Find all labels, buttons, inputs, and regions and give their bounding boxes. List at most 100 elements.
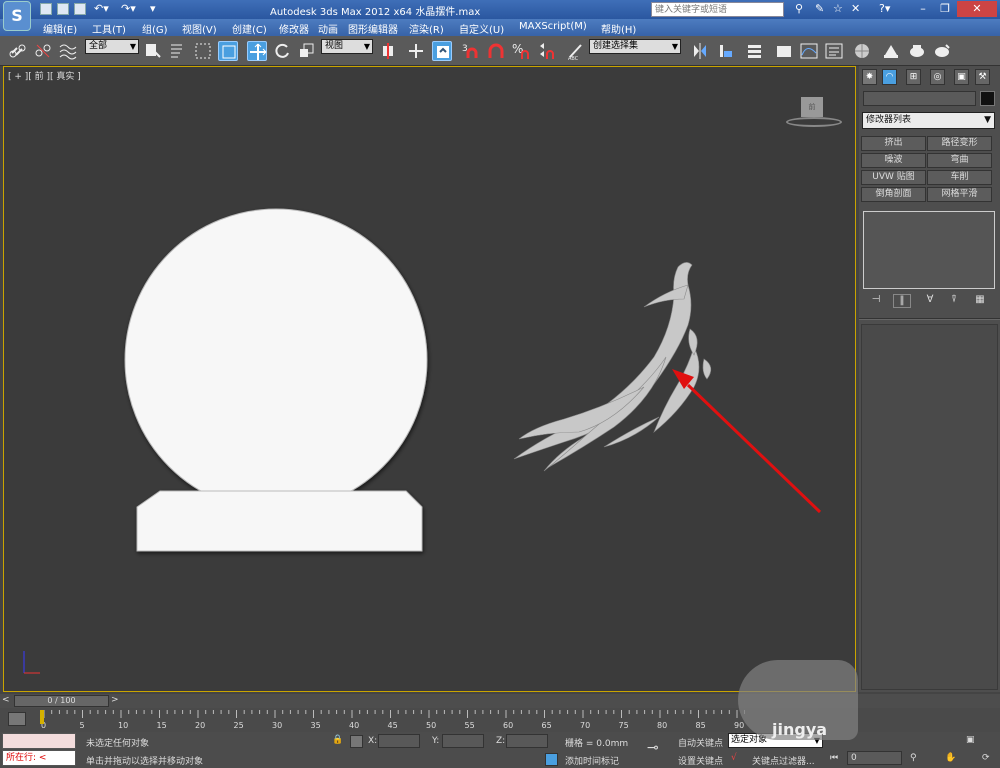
modifier-button-lathe[interactable]: 车削 (927, 170, 992, 185)
select-object-icon[interactable] (143, 41, 163, 61)
remove-modifier-icon[interactable]: ⍒ (945, 294, 963, 308)
y-coord-field[interactable] (442, 734, 484, 748)
modifier-button-meshsmooth[interactable]: 网格平滑 (927, 187, 992, 202)
maxscript-listener-line[interactable]: 所在行: < (2, 750, 76, 766)
named-selection-dropdown[interactable]: 创建选择集 ▼ (589, 39, 681, 54)
current-frame-marker[interactable] (40, 710, 44, 724)
binoculars-icon[interactable]: ⚲ (795, 2, 803, 15)
edit-named-selection-icon[interactable]: ABC (566, 41, 586, 62)
star-icon[interactable]: ☆ (833, 2, 843, 15)
modifier-button-bevel-profile[interactable]: 倒角剖面 (861, 187, 926, 202)
select-and-scale-icon[interactable] (296, 41, 316, 61)
undo-icon[interactable]: ↶▾ (94, 2, 109, 15)
reference-coord-dropdown[interactable]: 视图 ▼ (321, 39, 373, 54)
object-color-swatch[interactable] (980, 91, 995, 106)
pan-icon[interactable]: ✋ (945, 753, 956, 763)
new-file-icon[interactable] (40, 3, 52, 15)
key-filters-button[interactable]: 关键点过滤器... (752, 754, 815, 767)
add-time-tag-button[interactable]: 添加时间标记 (565, 754, 619, 767)
select-and-rotate-icon[interactable] (272, 41, 292, 61)
mini-curve-editor-icon[interactable] (8, 712, 26, 726)
restore-button[interactable]: ❐ (935, 1, 955, 17)
pivot-center-icon[interactable] (378, 41, 398, 61)
mirror-icon[interactable] (690, 41, 710, 61)
close-button[interactable]: ✕ (957, 1, 997, 17)
save-file-icon[interactable] (74, 3, 86, 15)
modifier-button-uvw-map[interactable]: UVW 贴图 (861, 170, 926, 185)
menu-graph-editors[interactable]: 图形编辑器 (348, 21, 398, 36)
snaps-toggle-icon[interactable]: 3 (460, 41, 480, 61)
set-key-button[interactable]: 设置关键点 (678, 754, 723, 767)
menu-modifiers[interactable]: 修改器 (279, 21, 309, 36)
percent-snap-icon[interactable]: % (511, 41, 531, 61)
help-icon[interactable]: ?▾ (879, 2, 890, 15)
current-frame-field[interactable]: 0 (847, 751, 902, 765)
select-and-move-icon[interactable] (247, 41, 267, 61)
menu-rendering[interactable]: 渲染(R) (409, 21, 444, 36)
modifier-stack-view[interactable] (863, 211, 995, 289)
modifier-list-dropdown[interactable]: 修改器列表 ▼ (862, 112, 995, 129)
angle-snap-icon[interactable] (486, 41, 506, 61)
curve-editor-icon[interactable] (799, 41, 819, 61)
go-to-start-icon[interactable]: ⏮ (830, 753, 838, 763)
utilities-tab-icon[interactable]: ⚒ (975, 69, 990, 85)
configure-modifier-sets-icon[interactable]: ▦ (971, 294, 989, 308)
select-by-name-icon[interactable] (168, 41, 188, 61)
selection-filter-dropdown[interactable]: 全部 ▼ (85, 39, 139, 54)
pin-stack-icon[interactable]: ⊣ (867, 294, 885, 308)
minimize-button[interactable]: – (913, 1, 933, 17)
menu-animation[interactable]: 动画 (318, 21, 338, 36)
time-slider-thumb[interactable]: 0 / 100 (14, 695, 109, 707)
app-menu-button[interactable]: S (3, 1, 31, 31)
menu-customize[interactable]: 自定义(U) (459, 21, 504, 36)
object-name-field[interactable] (863, 91, 976, 106)
spinner-snap-icon[interactable] (536, 41, 556, 61)
hierarchy-tab-icon[interactable]: ⊞ (906, 69, 921, 85)
render-production-icon[interactable] (932, 41, 952, 61)
bind-to-space-warp-icon[interactable] (58, 41, 78, 61)
motion-tab-icon[interactable]: ◎ (930, 69, 945, 85)
layer-manager-icon[interactable] (745, 41, 765, 61)
make-unique-icon[interactable]: ∀ (921, 294, 939, 308)
modifier-button-extrude[interactable]: 挤出 (861, 136, 926, 151)
quick-access-dropdown-icon[interactable]: ▾ (150, 2, 156, 15)
phoenix-object[interactable] (513, 262, 712, 472)
zoom-icon[interactable]: ⚲ (910, 753, 917, 763)
modifier-button-path-deform[interactable]: 路径变形 (927, 136, 992, 151)
create-tab-icon[interactable]: ✸ (862, 69, 877, 85)
menu-edit[interactable]: 编辑(E) (43, 21, 77, 36)
align-icon[interactable] (716, 41, 736, 61)
absolute-mode-transform-icon[interactable] (350, 735, 363, 748)
search-input[interactable]: 键入关键字或短语 (651, 2, 784, 17)
rectangular-selection-icon[interactable] (193, 41, 213, 61)
time-tag-icon[interactable] (545, 753, 558, 766)
z-coord-field[interactable] (506, 734, 548, 748)
modify-tab-icon[interactable]: ◠ (882, 69, 897, 85)
time-slider-next-button[interactable]: > (111, 695, 121, 707)
rendered-frame-window-icon[interactable] (907, 41, 927, 61)
select-and-manipulate-icon[interactable] (406, 41, 426, 61)
maxscript-mini-listener[interactable] (2, 733, 76, 749)
material-editor-icon[interactable] (852, 41, 872, 61)
set-key-icon[interactable]: ⊸ (647, 740, 659, 756)
menu-tools[interactable]: 工具(T) (92, 21, 126, 36)
x-coord-field[interactable] (378, 734, 420, 748)
key-mode-icon[interactable]: √ (731, 753, 737, 763)
select-and-link-icon[interactable] (8, 41, 28, 61)
track-bar-ruler[interactable]: 0 5 10 15 20 25 30 35 40 45 50 55 60 65 70 75 80 85 90 (40, 708, 745, 730)
modifier-button-noise[interactable]: 噪波 (861, 153, 926, 168)
crystal-ball-object[interactable] (124, 208, 428, 552)
display-tab-icon[interactable]: ▣ (954, 69, 969, 85)
orbit-icon[interactable]: ⟳ (982, 753, 990, 763)
render-setup-icon[interactable] (881, 41, 901, 61)
time-slider-prev-button[interactable]: < (2, 695, 12, 707)
close-search-icon[interactable]: ✕ (851, 2, 860, 15)
menu-maxscript[interactable]: MAXScript(M) (519, 21, 587, 32)
keyboard-shortcut-override-icon[interactable] (432, 41, 452, 61)
open-file-icon[interactable] (57, 3, 69, 15)
front-viewport[interactable]: [ + ][ 前 ][ 真实 ] 前 (3, 66, 856, 692)
lock-selection-icon[interactable]: 🔒 (332, 735, 343, 745)
window-crossing-icon[interactable] (218, 41, 238, 61)
unlink-icon[interactable] (33, 41, 53, 61)
menu-group[interactable]: 组(G) (142, 21, 168, 36)
